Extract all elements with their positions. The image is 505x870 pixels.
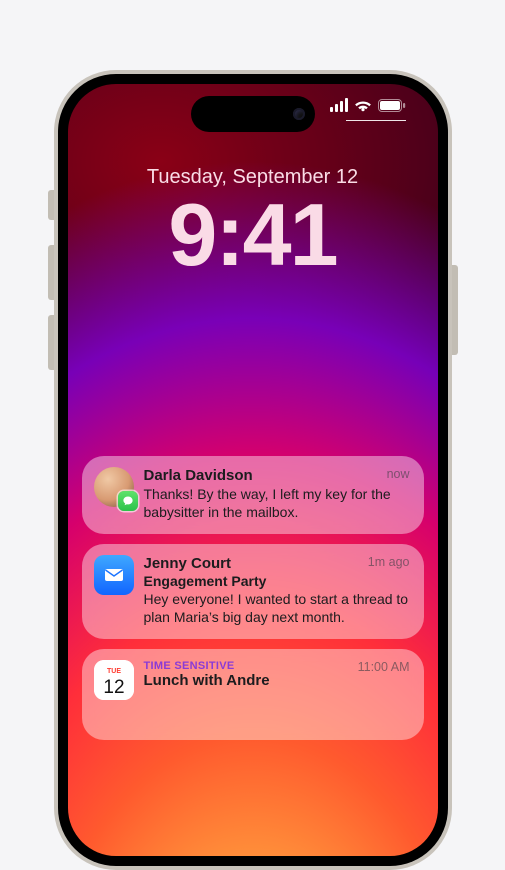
notification-sender: Darla Davidson xyxy=(144,467,253,484)
volume-down-button xyxy=(48,315,54,370)
contact-avatar xyxy=(94,467,134,507)
phone-bezel: Tuesday, September 12 9:41 Darla Davidso… xyxy=(58,74,448,866)
phone-frame: Tuesday, September 12 9:41 Darla Davidso… xyxy=(54,70,452,870)
front-camera xyxy=(293,108,305,120)
wifi-icon xyxy=(354,99,372,112)
lock-screen-time: 9:41 xyxy=(68,184,438,286)
messages-app-icon xyxy=(118,491,138,511)
volume-up-button xyxy=(48,245,54,300)
battery-icon xyxy=(378,99,406,112)
notification-card[interactable]: TUE12 TIME SENSITIVE Lunch with Andre 11… xyxy=(82,649,424,740)
notification-card[interactable]: Darla Davidson Thanks! By the way, I lef… xyxy=(82,456,424,534)
status-underline xyxy=(346,120,406,121)
dynamic-island[interactable] xyxy=(191,96,315,132)
status-bar xyxy=(330,98,406,112)
lock-screen[interactable]: Tuesday, September 12 9:41 Darla Davidso… xyxy=(68,84,438,856)
calendar-app-icon: TUE 12 xyxy=(94,660,134,700)
mail-app-icon xyxy=(94,555,134,595)
notification-timestamp: 1m ago xyxy=(368,555,410,569)
notification-timestamp: now xyxy=(387,467,410,481)
svg-text:TUE: TUE xyxy=(107,668,121,675)
notification-sender: Jenny Court xyxy=(144,555,232,572)
notification-body: Hey everyone! I wanted to start a thread… xyxy=(144,591,410,627)
notification-stack: Darla Davidson Thanks! By the way, I lef… xyxy=(82,456,424,740)
mute-switch xyxy=(48,190,54,220)
notification-subject: Engagement Party xyxy=(144,573,410,589)
svg-text:12: 12 xyxy=(103,677,124,698)
notification-card[interactable]: Jenny Court Engagement Party Hey everyon… xyxy=(82,544,424,639)
notification-timestamp: 11:00 AM xyxy=(358,660,410,674)
notification-body: Thanks! By the way, I left my key for th… xyxy=(144,486,410,522)
side-button xyxy=(452,265,458,355)
cellular-signal-icon xyxy=(330,98,348,112)
notification-title: Lunch with Andre xyxy=(144,672,410,689)
